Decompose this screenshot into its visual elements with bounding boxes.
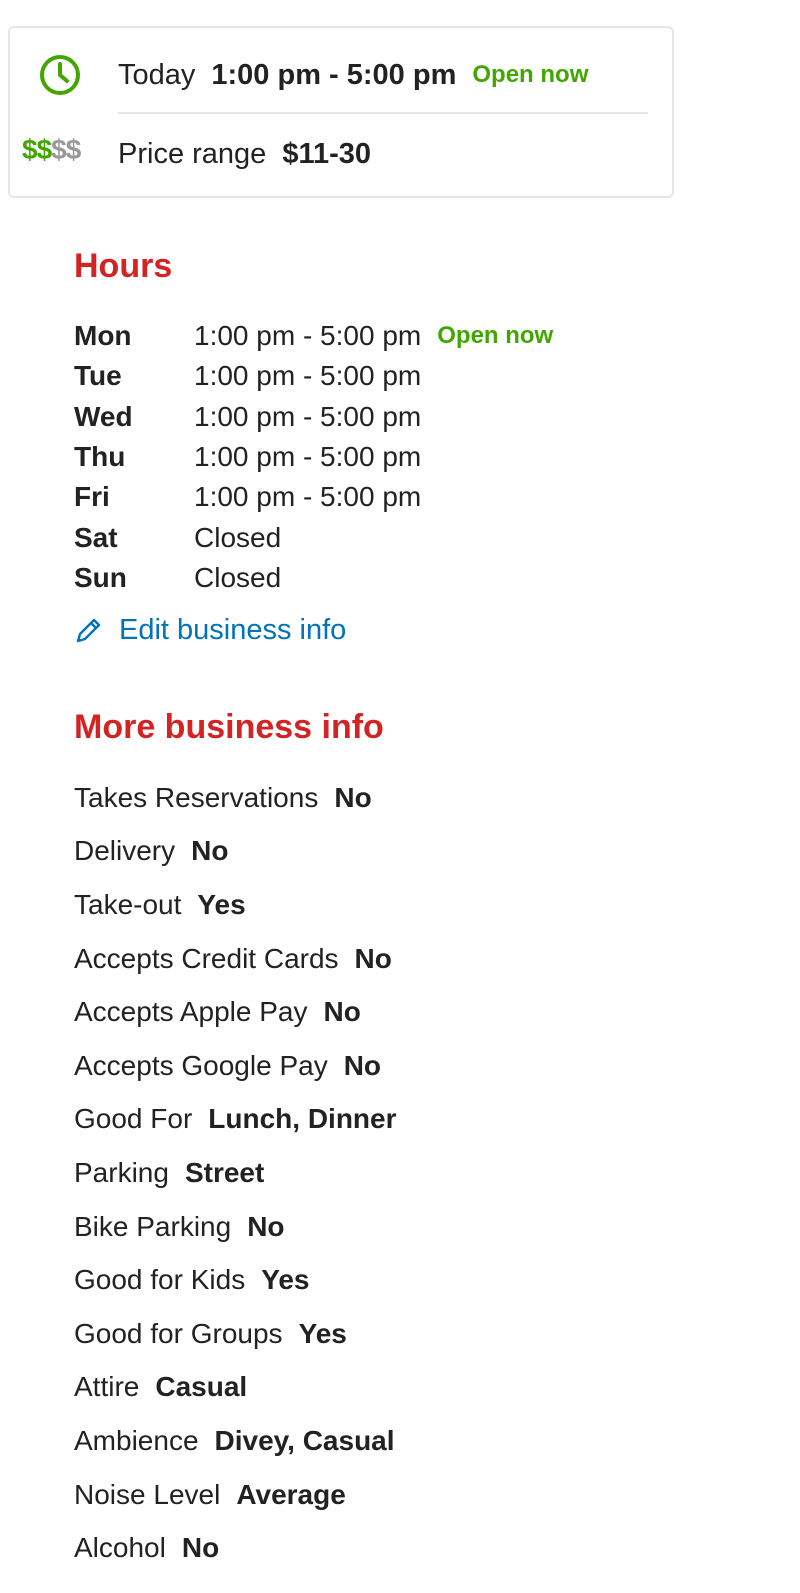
hours-time: Closed <box>194 561 282 593</box>
hours-day: Thu <box>74 441 126 473</box>
hours-time: 1:00 pm - 5:00 pm <box>194 360 422 392</box>
edit-business-info-link[interactable]: Edit business info <box>74 610 346 650</box>
info-label: Good For <box>74 1103 193 1135</box>
info-value: No <box>181 1532 220 1564</box>
hours-day: Wed <box>74 400 133 432</box>
info-label: Take-out <box>74 888 182 920</box>
info-value: Casual <box>155 1371 248 1403</box>
business-info-item: Accepts Google Pay No <box>74 1039 397 1093</box>
info-value: Yes <box>261 1264 310 1296</box>
hours-row: Sat Closed <box>74 517 553 557</box>
hours-day: Sun <box>74 561 127 593</box>
business-info-item: Alcohol No <box>74 1521 397 1575</box>
info-label: Good for Kids <box>74 1264 246 1296</box>
info-value: Lunch, Dinner <box>208 1103 397 1135</box>
business-info-item: Accepts Apple Pay No <box>74 985 397 1039</box>
business-info-item: Parking Street <box>74 1146 397 1200</box>
business-info-item: Bike Parking No <box>74 1200 397 1254</box>
hours-heading: Hours <box>74 247 173 285</box>
info-label: Takes Reservations <box>74 781 319 813</box>
info-label: Parking <box>74 1156 169 1188</box>
today-label: Today <box>118 58 196 91</box>
hours-row: Thu 1:00 pm - 5:00 pm <box>74 437 553 477</box>
business-info-item: Attire Casual <box>74 1361 397 1415</box>
hours-row: Tue 1:00 pm - 5:00 pm <box>74 356 553 396</box>
info-label: Accepts Google Pay <box>74 1049 328 1081</box>
price-range-label: Price range <box>118 137 267 170</box>
price-range-value: $11-30 <box>282 137 372 170</box>
hours-table: Mon 1:00 pm - 5:00 pm Open now Tue 1:00 … <box>74 316 553 598</box>
hours-day: Mon <box>74 320 132 352</box>
info-label: Noise Level <box>74 1478 221 1510</box>
hours-time: 1:00 pm - 5:00 pm <box>194 400 422 432</box>
hours-row: Fri 1:00 pm - 5:00 pm <box>74 477 553 517</box>
hours-day: Tue <box>74 360 122 392</box>
info-label: Good for Groups <box>74 1317 283 1349</box>
today-hours: 1:00 pm - 5:00 pm <box>211 58 457 91</box>
today-hours-row: Today 1:00 pm - 5:00 pm Open now <box>118 55 588 95</box>
info-value: No <box>191 835 229 867</box>
info-value: Divey, Casual <box>214 1424 395 1456</box>
hours-row: Mon 1:00 pm - 5:00 pm Open now <box>74 316 553 356</box>
info-value: Yes <box>197 888 246 920</box>
info-value: No <box>354 942 392 974</box>
hours-time: Closed <box>194 521 282 553</box>
info-label: Attire <box>74 1371 140 1403</box>
business-info-item: Accepts Credit Cards No <box>74 932 397 986</box>
business-info-item: Delivery No <box>74 825 397 879</box>
hours-time: 1:00 pm - 5:00 pm <box>194 441 422 473</box>
pencil-icon <box>76 618 101 643</box>
hours-time: 1:00 pm - 5:00 pm <box>194 320 422 352</box>
business-info-item: Noise Level Average <box>74 1468 397 1522</box>
business-info-item: Take-out Yes <box>74 878 397 932</box>
info-label: Accepts Apple Pay <box>74 996 308 1028</box>
business-info-list: Takes Reservations No Delivery No Take-out… <box>74 771 397 1575</box>
hours-row: Sun Closed <box>74 558 553 598</box>
info-value: No <box>343 1049 382 1081</box>
info-label: Alcohol <box>74 1532 166 1564</box>
card-divider <box>118 112 648 114</box>
hours-row: Wed 1:00 pm - 5:00 pm <box>74 397 553 437</box>
info-value: No <box>334 781 372 813</box>
info-value: No <box>323 996 361 1028</box>
open-now-badge: Open now <box>437 322 554 350</box>
business-info-item: Takes Reservations No <box>74 771 397 825</box>
info-value: No <box>247 1210 285 1242</box>
info-value: Yes <box>298 1317 347 1349</box>
open-now-badge: Open now <box>472 61 589 88</box>
business-info-item: Good for Groups Yes <box>74 1307 397 1361</box>
price-range-icon: $$$$ <box>22 134 81 165</box>
info-value: Average <box>236 1478 346 1510</box>
hours-day: Sat <box>74 521 118 553</box>
clock-icon <box>40 55 80 95</box>
more-business-info-heading: More business info <box>74 708 384 746</box>
hours-day: Fri <box>74 481 110 513</box>
info-label: Ambience <box>74 1424 199 1456</box>
info-label: Delivery <box>74 835 176 867</box>
price-range-row: Price range $11-30 <box>118 134 371 174</box>
info-label: Accepts Credit Cards <box>74 942 339 974</box>
edit-business-info-label: Edit business info <box>119 613 347 646</box>
info-value: Street <box>184 1156 265 1188</box>
business-info-item: Good For Lunch, Dinner <box>74 1093 397 1147</box>
business-info-item: Ambience Divey, Casual <box>74 1414 397 1468</box>
business-info-item: Good for Kids Yes <box>74 1253 397 1307</box>
hours-time: 1:00 pm - 5:00 pm <box>194 481 422 513</box>
info-label: Bike Parking <box>74 1210 232 1242</box>
